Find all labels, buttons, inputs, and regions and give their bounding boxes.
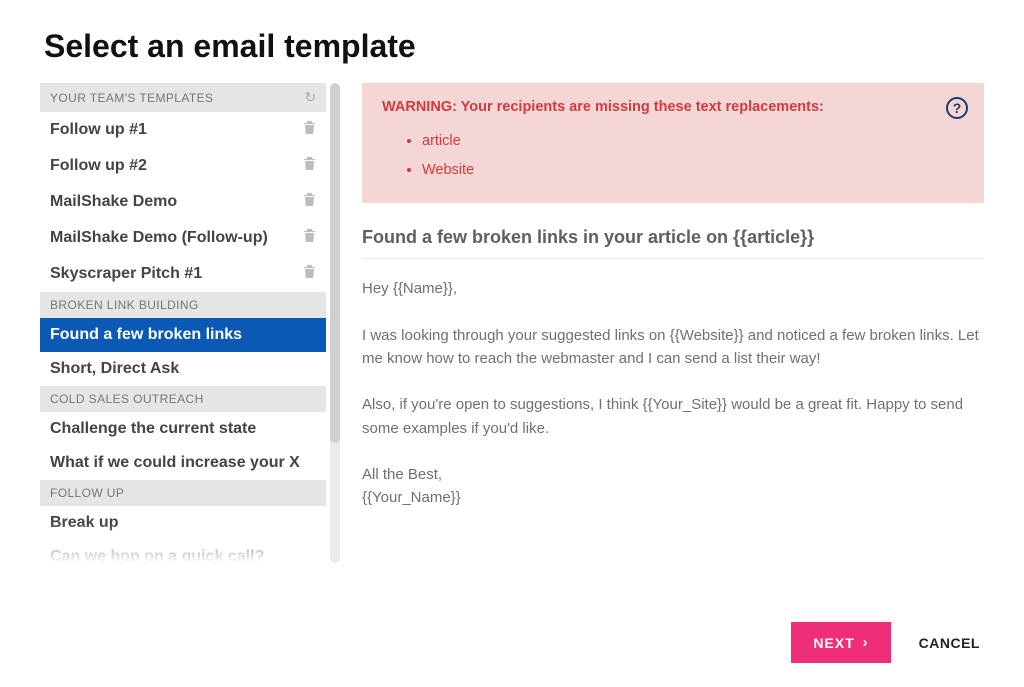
preview-pane: WARNING: Your recipients are missing the… (362, 83, 984, 563)
refresh-icon[interactable]: ↻ (304, 89, 316, 106)
template-item-label: Skyscraper Pitch #1 (50, 265, 202, 283)
next-button-label: NEXT (813, 635, 854, 651)
footer-actions: NEXT › CANCEL (791, 622, 980, 663)
section-header-label: BROKEN LINK BUILDING (50, 298, 199, 312)
warning-missing-item: article (422, 127, 964, 156)
template-item-label: Break up (50, 514, 118, 532)
trash-icon[interactable] (303, 120, 316, 140)
help-icon[interactable]: ? (946, 97, 968, 119)
next-button[interactable]: NEXT › (791, 622, 890, 663)
trash-icon[interactable] (303, 228, 316, 248)
template-item-label: Follow up #1 (50, 121, 147, 139)
main-area: YOUR TEAM'S TEMPLATES ↻ Follow up #1 Follow… (0, 83, 1024, 563)
template-sidebar: YOUR TEAM'S TEMPLATES ↻ Follow up #1 Follow… (40, 83, 340, 563)
template-item-label: MailShake Demo (50, 193, 177, 211)
template-item[interactable]: Can we hop on a quick call? (40, 540, 326, 563)
section-header-label: FOLLOW UP (50, 486, 124, 500)
warning-missing-item: Website (422, 156, 964, 185)
section-header-label: YOUR TEAM'S TEMPLATES (50, 91, 213, 105)
trash-icon[interactable] (303, 192, 316, 212)
section-header: COLD SALES OUTREACH (40, 386, 326, 412)
template-item[interactable]: Follow up #1 (40, 112, 326, 148)
chevron-right-icon: › (863, 634, 869, 651)
template-item-label: MailShake Demo (Follow-up) (50, 229, 268, 247)
template-item-label: Can we hop on a quick call? (50, 548, 264, 563)
template-item-label: What if we could increase your X (50, 454, 300, 472)
section-header: YOUR TEAM'S TEMPLATES ↻ (40, 83, 326, 112)
template-item[interactable]: Short, Direct Ask (40, 352, 326, 386)
template-item[interactable]: Challenge the current state (40, 412, 326, 446)
template-item[interactable]: Follow up #2 (40, 148, 326, 184)
section-header: BROKEN LINK BUILDING (40, 292, 326, 318)
template-item[interactable]: Break up (40, 506, 326, 540)
email-body: Hey {{Name}}, I was looking through your… (362, 277, 984, 510)
template-item-label: Short, Direct Ask (50, 360, 179, 378)
template-item[interactable]: MailShake Demo (40, 184, 326, 220)
template-item[interactable]: Skyscraper Pitch #1 (40, 256, 326, 292)
warning-box: WARNING: Your recipients are missing the… (362, 83, 984, 203)
warning-missing-list: articleWebsite (382, 127, 964, 185)
trash-icon[interactable] (303, 264, 316, 284)
scrollbar-track[interactable] (330, 83, 340, 563)
template-item[interactable]: What if we could increase your X (40, 446, 326, 480)
template-list: YOUR TEAM'S TEMPLATES ↻ Follow up #1 Follow… (40, 83, 326, 563)
template-item[interactable]: MailShake Demo (Follow-up) (40, 220, 326, 256)
scrollbar-thumb[interactable] (330, 83, 340, 443)
template-item-label: Challenge the current state (50, 420, 256, 438)
template-item[interactable]: Found a few broken links (40, 318, 326, 352)
page-title: Select an email template (0, 0, 1024, 83)
template-item-label: Follow up #2 (50, 157, 147, 175)
email-subject: Found a few broken links in your article… (362, 227, 984, 259)
cancel-button[interactable]: CANCEL (919, 635, 980, 651)
section-header-label: COLD SALES OUTREACH (50, 392, 204, 406)
trash-icon[interactable] (303, 156, 316, 176)
section-header: FOLLOW UP (40, 480, 326, 506)
warning-title: WARNING: Your recipients are missing the… (382, 99, 964, 115)
template-item-label: Found a few broken links (50, 326, 242, 344)
